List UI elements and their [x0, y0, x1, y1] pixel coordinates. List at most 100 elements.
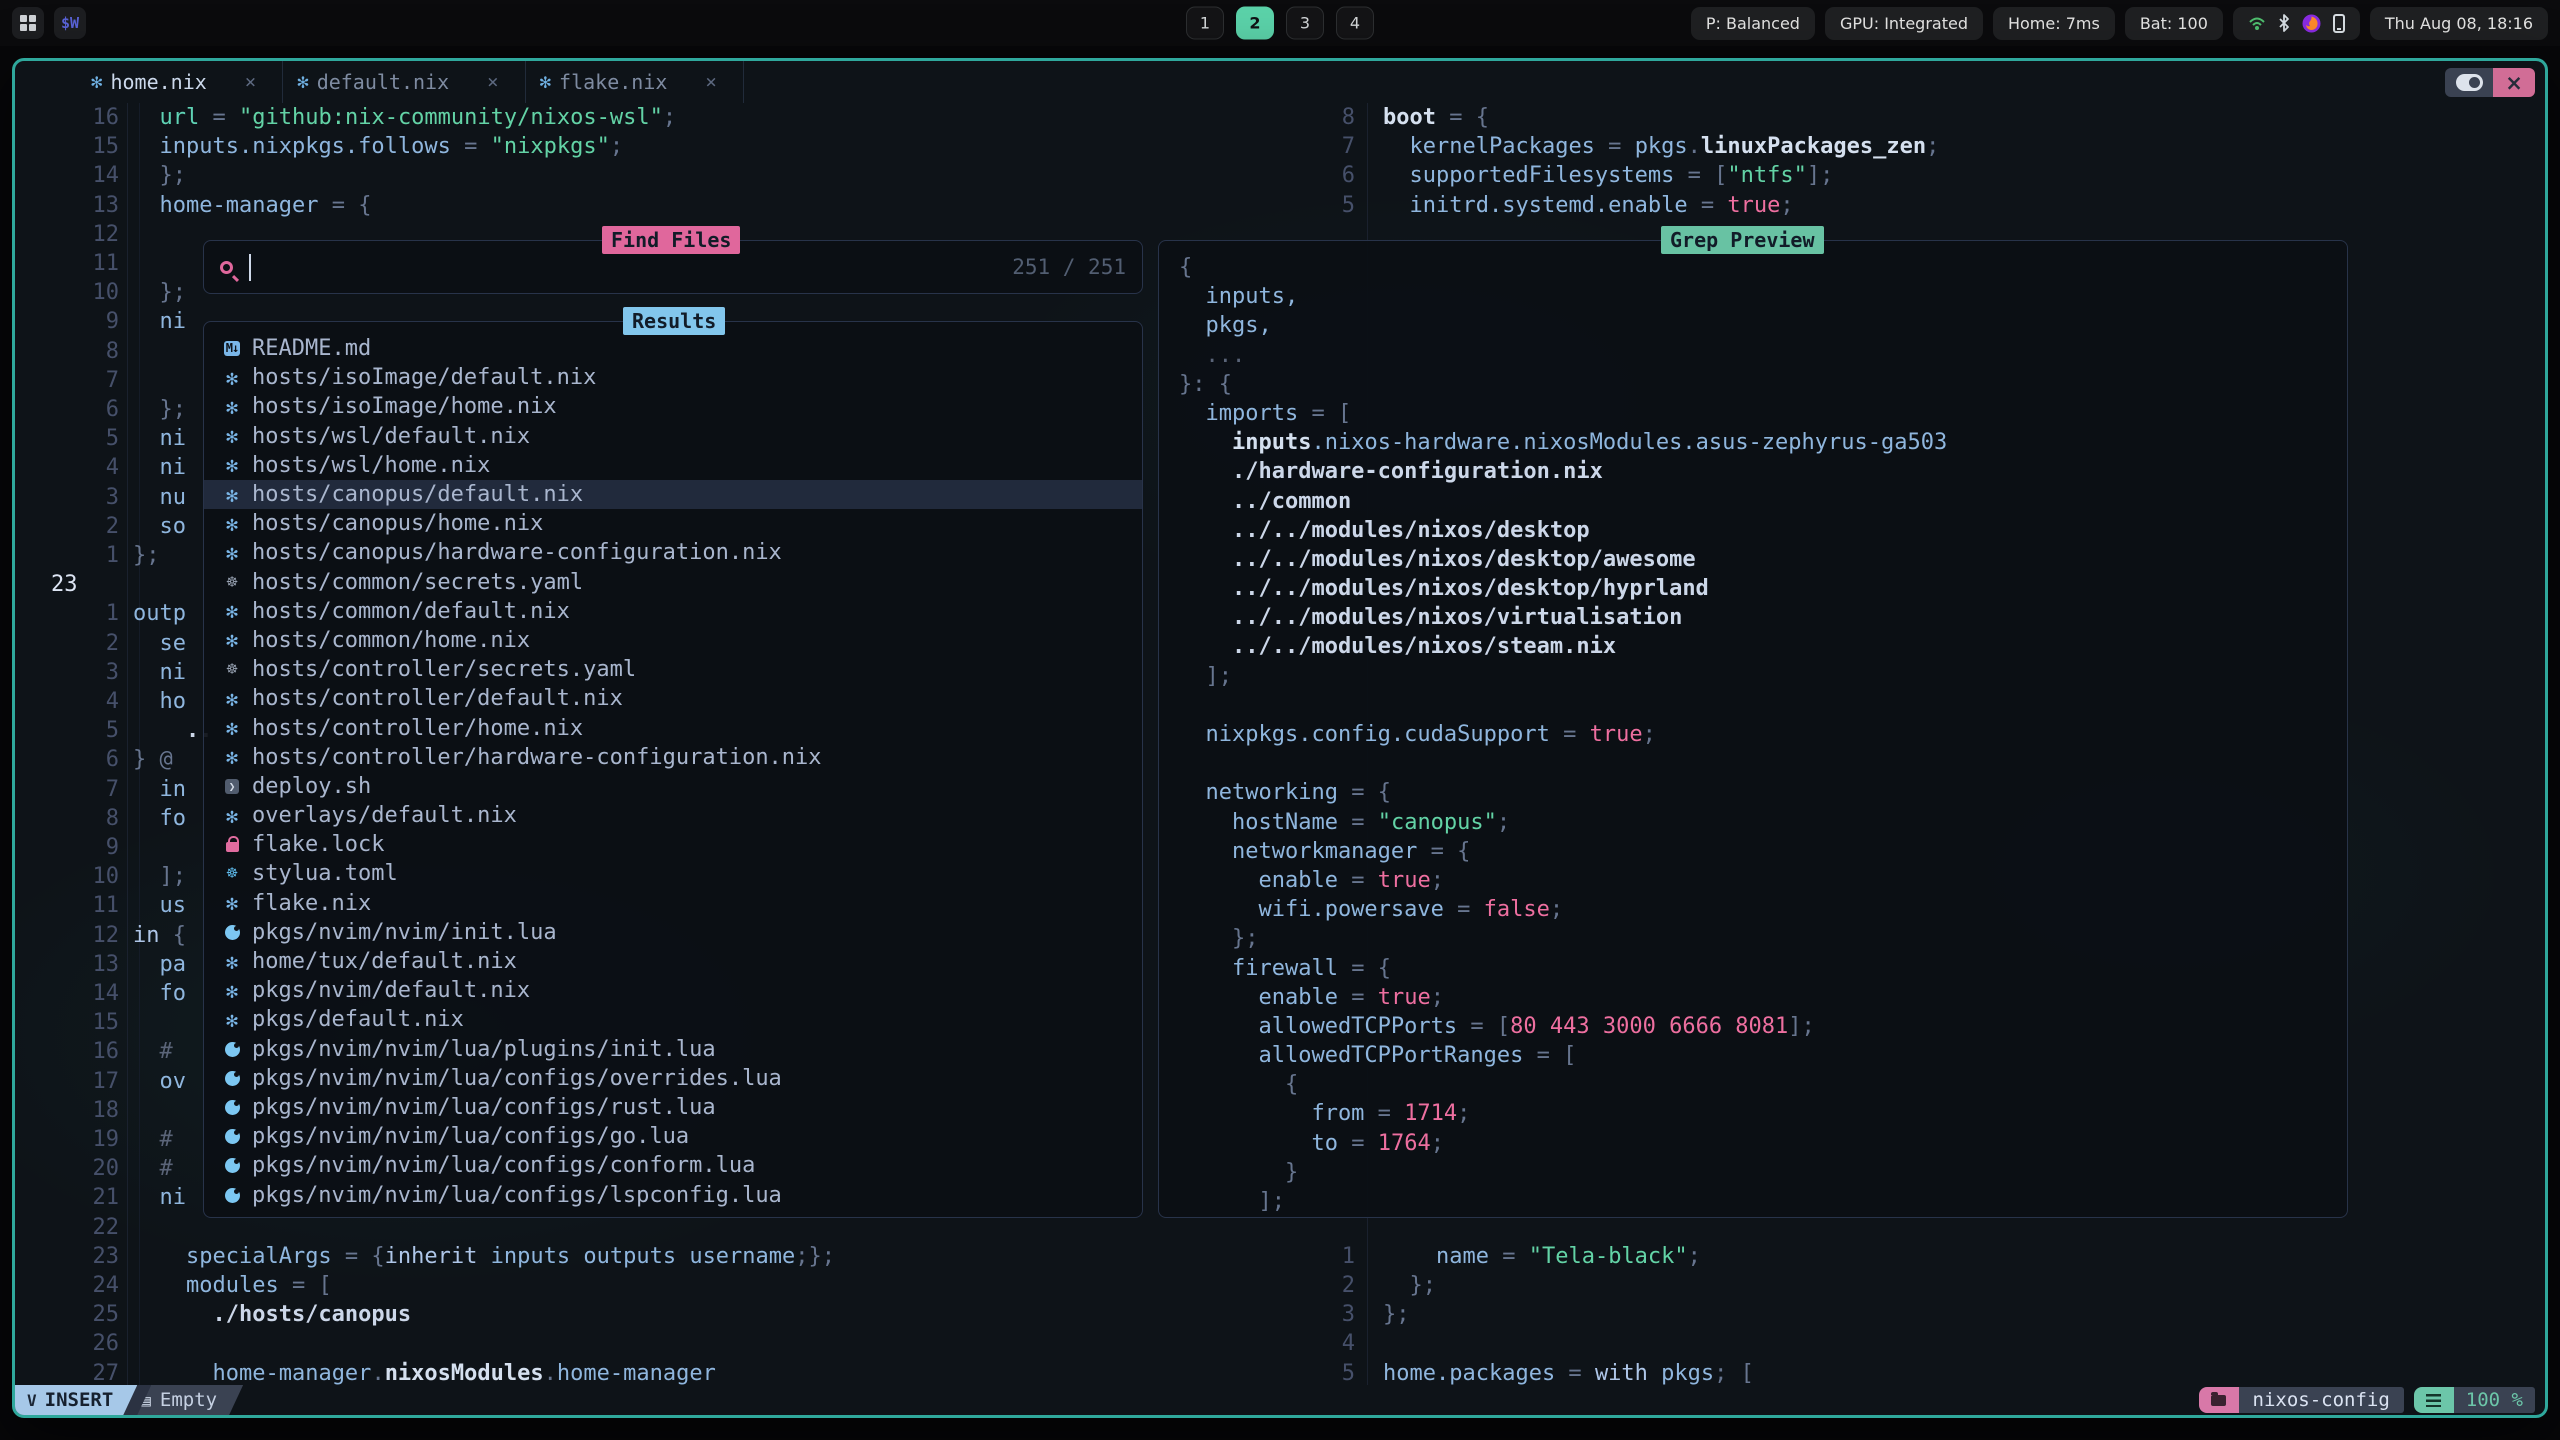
- search-icon: [220, 261, 233, 274]
- preview-line: }: {: [1179, 370, 2347, 399]
- phone-icon[interactable]: [2333, 14, 2345, 33]
- clock-pill[interactable]: Thu Aug 08, 18:16: [2370, 7, 2548, 40]
- preview-line: allowedTCPPortRanges = [: [1179, 1041, 2347, 1070]
- result-item[interactable]: ✻hosts/wsl/default.nix: [204, 422, 1142, 451]
- terminal-icon: ❯: [220, 779, 244, 794]
- result-item[interactable]: ✻hosts/canopus/home.nix: [204, 509, 1142, 538]
- vim-icon: V: [27, 1391, 37, 1410]
- gpu-pill[interactable]: GPU: Integrated: [1825, 7, 1983, 40]
- line-number: 1: [1255, 1242, 1355, 1271]
- result-item[interactable]: M↓README.md: [204, 334, 1142, 363]
- app-monogram-button[interactable]: $W: [54, 7, 86, 39]
- editor-line[interactable]: 2 };: [15, 1271, 2545, 1301]
- editor-line[interactable]: 8boot = {: [15, 103, 2545, 133]
- lua-icon: [220, 1100, 244, 1115]
- result-item[interactable]: ✻hosts/common/default.nix: [204, 597, 1142, 626]
- workspace-button-3[interactable]: 3: [1286, 7, 1324, 40]
- sw-monogram-icon: $W: [61, 14, 79, 32]
- editor-line[interactable]: 7 kernelPackages = pkgs.linuxPackages_ze…: [15, 132, 2545, 162]
- result-item[interactable]: ✻home/tux/default.nix: [204, 947, 1142, 976]
- editor-line[interactable]: 4: [15, 1329, 2545, 1359]
- repo-name: nixos-config: [2239, 1387, 2404, 1413]
- markdown-icon: M↓: [220, 341, 244, 356]
- preview-line: wifi.powersave = false;: [1179, 895, 2347, 924]
- code-text: fo: [133, 979, 186, 1008]
- code-text: pa: [133, 950, 186, 979]
- app-launcher-button[interactable]: [12, 7, 44, 39]
- result-filename: hosts/wsl/home.nix: [252, 453, 490, 478]
- line-number: 6: [1255, 161, 1355, 190]
- result-item[interactable]: pkgs/nvim/nvim/init.lua: [204, 918, 1142, 947]
- result-item[interactable]: ❯deploy.sh: [204, 772, 1142, 801]
- tab-close-icon[interactable]: ×: [705, 71, 716, 93]
- preview-line: to = 1764;: [1179, 1129, 2347, 1158]
- result-filename: hosts/common/secrets.yaml: [252, 570, 583, 595]
- window-toggle-button[interactable]: [2445, 68, 2493, 97]
- result-item[interactable]: pkgs/nvim/nvim/lua/configs/lspconfig.lua: [204, 1180, 1142, 1209]
- result-filename: hosts/canopus/home.nix: [252, 511, 543, 536]
- result-item[interactable]: ☸hosts/common/secrets.yaml: [204, 568, 1142, 597]
- result-item[interactable]: ✻hosts/controller/hardware-configuration…: [204, 743, 1142, 772]
- tab-close-icon[interactable]: ×: [487, 71, 498, 93]
- result-item[interactable]: ✻pkgs/default.nix: [204, 1005, 1142, 1034]
- result-item[interactable]: ✻hosts/isoImage/home.nix: [204, 392, 1142, 421]
- tab-default.nix[interactable]: ✻default.nix×: [283, 61, 525, 103]
- text-cursor: [249, 254, 251, 281]
- battery-pill[interactable]: Bat: 100: [2125, 7, 2223, 40]
- preview-line: enable = true;: [1179, 866, 2347, 895]
- result-item[interactable]: flake.lock: [204, 830, 1142, 859]
- tab-close-icon[interactable]: ×: [245, 71, 256, 93]
- network-icon[interactable]: [2248, 14, 2266, 32]
- line-number: 8: [15, 804, 119, 833]
- line-number: 2: [15, 512, 119, 541]
- editor-line[interactable]: 6 supportedFilesystems = ["ntfs"];: [15, 161, 2545, 191]
- tab-home.nix[interactable]: ✻home.nix×: [77, 61, 283, 103]
- line-number: 8: [1255, 103, 1355, 132]
- result-item[interactable]: ✻overlays/default.nix: [204, 801, 1142, 830]
- preview-line: }: [1179, 1158, 2347, 1187]
- result-item[interactable]: ✻hosts/canopus/hardware-configuration.ni…: [204, 538, 1142, 567]
- toggle-icon: [2456, 74, 2483, 91]
- firefox-tray-icon[interactable]: [2302, 14, 2321, 33]
- result-item[interactable]: ✻hosts/controller/home.nix: [204, 713, 1142, 742]
- line-number: 5: [15, 424, 119, 453]
- nix-icon: ✻: [220, 424, 244, 448]
- preview-line: ../../modules/nixos/steam.nix: [1179, 632, 2347, 661]
- preview-line: allowedTCPPorts = [80 443 3000 6666 8081…: [1179, 1012, 2347, 1041]
- window-close-button[interactable]: ×: [2493, 68, 2535, 97]
- result-filename: pkgs/nvim/nvim/lua/configs/lspconfig.lua: [252, 1183, 782, 1208]
- result-item[interactable]: ✻hosts/common/home.nix: [204, 626, 1142, 655]
- result-item[interactable]: pkgs/nvim/nvim/lua/plugins/init.lua: [204, 1035, 1142, 1064]
- result-item[interactable]: pkgs/nvim/nvim/lua/configs/conform.lua: [204, 1151, 1142, 1180]
- editor-line[interactable]: 5 initrd.systemd.enable = true;: [15, 191, 2545, 221]
- workspace-button-1[interactable]: 1: [1186, 7, 1224, 40]
- result-item[interactable]: ✻hosts/wsl/home.nix: [204, 451, 1142, 480]
- result-item[interactable]: ✻hosts/canopus/default.nix: [204, 480, 1142, 509]
- result-filename: hosts/controller/home.nix: [252, 716, 583, 741]
- result-item[interactable]: ✻flake.nix: [204, 889, 1142, 918]
- result-item[interactable]: ✻hosts/controller/default.nix: [204, 684, 1142, 713]
- code-text: in: [133, 775, 186, 804]
- result-item[interactable]: pkgs/nvim/nvim/lua/configs/go.lua: [204, 1122, 1142, 1151]
- result-item[interactable]: ☸hosts/controller/secrets.yaml: [204, 655, 1142, 684]
- result-item[interactable]: pkgs/nvim/nvim/lua/configs/overrides.lua: [204, 1064, 1142, 1093]
- editor-line[interactable]: 1 name = "Tela-black";: [15, 1242, 2545, 1272]
- home-ping-pill[interactable]: Home: 7ms: [1993, 7, 2115, 40]
- bluetooth-icon[interactable]: [2278, 14, 2290, 32]
- close-icon: ×: [2505, 71, 2523, 95]
- preview-line: enable = true;: [1179, 983, 2347, 1012]
- editor-line[interactable]: 3};: [15, 1300, 2545, 1330]
- result-item[interactable]: ☸stylua.toml: [204, 859, 1142, 888]
- workspace-button-2[interactable]: 2: [1236, 7, 1274, 40]
- result-filename: pkgs/nvim/nvim/lua/plugins/init.lua: [252, 1037, 716, 1062]
- result-item[interactable]: ✻hosts/isoImage/default.nix: [204, 363, 1142, 392]
- nix-icon: ✻: [220, 1008, 244, 1032]
- result-item[interactable]: pkgs/nvim/nvim/lua/configs/rust.lua: [204, 1093, 1142, 1122]
- line-number: 22: [15, 1213, 119, 1242]
- power-profile-pill[interactable]: P: Balanced: [1691, 7, 1815, 40]
- workspace-button-4[interactable]: 4: [1336, 7, 1374, 40]
- preview-line: inputs.nixos-hardware.nixosModules.asus-…: [1179, 428, 2347, 457]
- line-number: 10: [15, 278, 119, 307]
- tab-flake.nix[interactable]: ✻flake.nix×: [526, 61, 744, 103]
- result-item[interactable]: ✻pkgs/nvim/default.nix: [204, 976, 1142, 1005]
